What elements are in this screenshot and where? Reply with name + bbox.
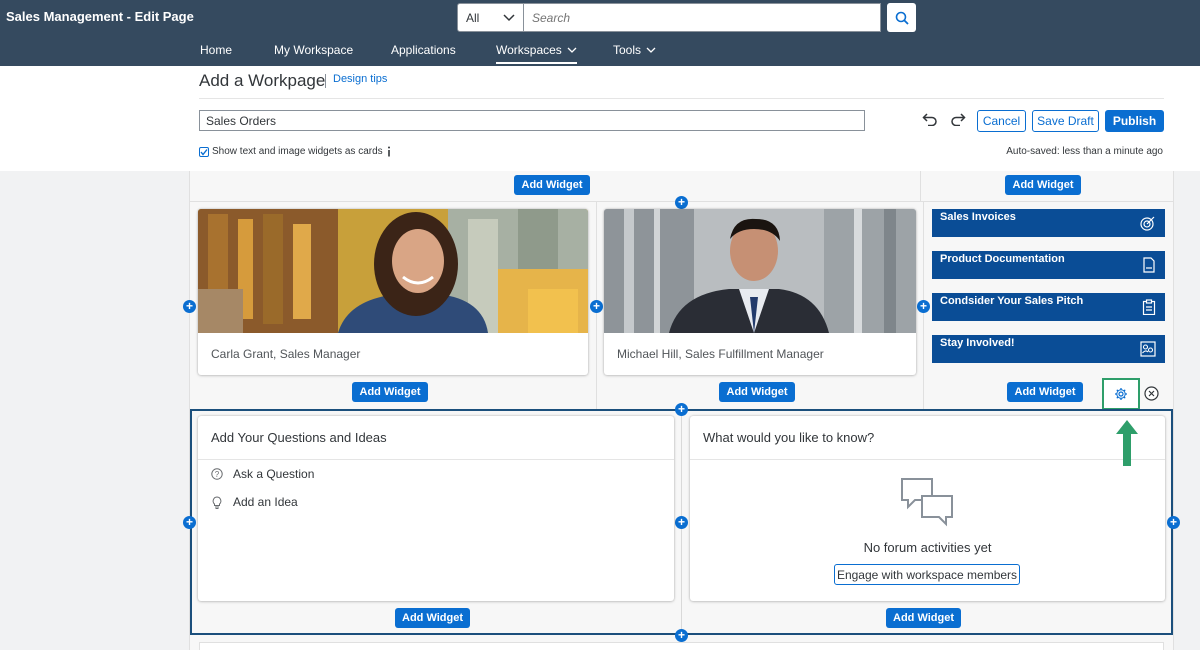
divider xyxy=(690,459,1165,460)
portrait-image xyxy=(604,209,916,333)
search-icon xyxy=(895,11,909,25)
ask-question-label: Ask a Question xyxy=(233,467,315,481)
nav-my-workspace-label: My Workspace xyxy=(274,43,354,57)
ask-question-link[interactable]: ? Ask a Question xyxy=(211,467,314,481)
arrow-up-icon xyxy=(1116,420,1138,466)
shell-bar: Sales Management - Edit Page All Home My… xyxy=(0,0,1200,66)
engage-members-button[interactable]: Engage with workspace members xyxy=(834,564,1020,585)
nav-workspaces[interactable]: Workspaces xyxy=(496,43,577,64)
nav-workspaces-label: Workspaces xyxy=(496,43,562,57)
image-card[interactable]: Carla Grant, Sales Manager xyxy=(198,209,588,375)
divider xyxy=(199,98,1164,99)
add-widget-button[interactable]: Add Widget xyxy=(395,608,470,628)
people-icon xyxy=(1140,341,1156,357)
undo-icon[interactable] xyxy=(922,112,938,126)
app-title: Sales Management - Edit Page xyxy=(6,9,194,24)
search-scope-select[interactable]: All xyxy=(457,3,524,32)
add-section-button[interactable]: + xyxy=(675,196,688,209)
nav-tools-label: Tools xyxy=(613,43,642,57)
cards-checkbox-label: Show text and image widgets as cards xyxy=(212,146,383,157)
section-settings-button[interactable] xyxy=(1102,378,1140,410)
design-tips-link[interactable]: Design tips xyxy=(333,73,387,85)
tile-stay-involved[interactable]: Stay Involved! xyxy=(932,335,1165,363)
photo-carla-grant xyxy=(198,209,588,333)
save-draft-button[interactable]: Save Draft xyxy=(1032,110,1099,132)
empty-state-text: No forum activities yet xyxy=(863,540,992,555)
title-separator xyxy=(325,74,326,88)
close-icon[interactable] xyxy=(1144,386,1159,401)
tile-sales-invoices[interactable]: Sales Invoices xyxy=(932,209,1165,237)
target-icon xyxy=(1140,216,1155,231)
card-title: Add Your Questions and Ideas xyxy=(211,430,387,445)
cancel-button[interactable]: Cancel xyxy=(977,110,1026,132)
image-caption: Michael Hill, Sales Fulfillment Manager xyxy=(617,347,824,361)
add-widget-button[interactable]: Add Widget xyxy=(1005,175,1081,195)
portrait-image xyxy=(198,209,588,333)
top-navigation: Home My Workspace Applications Workspace… xyxy=(0,40,1200,66)
add-widget-button[interactable]: Add Widget xyxy=(352,382,428,402)
search-button[interactable] xyxy=(887,3,916,32)
nav-home-label: Home xyxy=(200,43,233,57)
card-title: What would you like to know? xyxy=(703,430,875,445)
cards-checkbox[interactable] xyxy=(199,146,209,157)
nav-tools[interactable]: Tools xyxy=(613,43,656,57)
publish-button[interactable]: Publish xyxy=(1105,110,1164,132)
add-widget-button[interactable]: Add Widget xyxy=(886,608,961,628)
autosave-status: Auto-saved: less than a minute ago xyxy=(1006,146,1163,157)
svg-text:?: ? xyxy=(215,470,220,479)
add-widget-button[interactable]: Add Widget xyxy=(514,175,590,195)
chevron-down-icon xyxy=(503,13,515,21)
add-idea-label: Add an Idea xyxy=(233,495,298,509)
cards-option: Show text and image widgets as cards xyxy=(199,146,392,157)
add-column-button[interactable]: + xyxy=(590,300,603,313)
page-name-input[interactable] xyxy=(199,110,865,131)
nav-applications[interactable]: Applications xyxy=(391,43,456,57)
checkmark-icon xyxy=(200,148,208,156)
chevron-down-icon xyxy=(567,47,577,53)
chat-bubbles-icon xyxy=(901,478,953,527)
divider xyxy=(198,459,674,460)
page-title: Add a Workpage xyxy=(199,71,326,90)
photo-michael-hill xyxy=(604,209,916,333)
search-scope-value: All xyxy=(466,10,480,25)
nav-home[interactable]: Home xyxy=(200,43,232,57)
gear-icon xyxy=(1115,388,1127,400)
chevron-down-icon xyxy=(646,47,656,53)
page-header: Add a Workpage Design tips Cancel Save D… xyxy=(0,66,1200,171)
add-column-button[interactable]: + xyxy=(183,300,196,313)
forum-card: What would you like to know? No forum ac… xyxy=(690,416,1165,601)
info-icon[interactable] xyxy=(386,146,392,157)
add-column-button[interactable]: + xyxy=(917,300,930,313)
redo-icon[interactable] xyxy=(950,112,966,126)
add-section-button[interactable]: + xyxy=(675,629,688,642)
add-column-button[interactable]: + xyxy=(183,516,196,529)
add-section-button[interactable]: + xyxy=(675,403,688,416)
add-widget-button[interactable]: Add Widget xyxy=(719,382,795,402)
tile-label: Sales Invoices xyxy=(940,211,1016,223)
tile-label: Stay Involved! xyxy=(940,337,1015,349)
image-caption: Carla Grant, Sales Manager xyxy=(211,347,361,361)
nav-my-workspace[interactable]: My Workspace xyxy=(274,43,353,57)
add-column-button[interactable]: + xyxy=(1167,516,1180,529)
image-card[interactable]: Michael Hill, Sales Fulfillment Manager xyxy=(604,209,916,375)
search-input[interactable] xyxy=(524,3,881,32)
nav-applications-label: Applications xyxy=(391,43,456,57)
tile-product-documentation[interactable]: Product Documentation xyxy=(932,251,1165,279)
questions-ideas-card: Add Your Questions and Ideas ? Ask a Que… xyxy=(198,416,674,601)
add-idea-link[interactable]: Add an Idea xyxy=(211,495,298,509)
add-column-button[interactable]: + xyxy=(675,516,688,529)
document-icon xyxy=(1143,257,1155,273)
tile-label: Condsider Your Sales Pitch xyxy=(940,295,1084,307)
question-icon: ? xyxy=(211,468,223,480)
lightbulb-icon xyxy=(212,495,222,509)
search-bar: All xyxy=(457,3,916,32)
tile-sales-pitch[interactable]: Condsider Your Sales Pitch xyxy=(932,293,1165,321)
column-divider xyxy=(920,171,921,201)
next-section xyxy=(199,642,1164,650)
canvas-right-border xyxy=(1173,171,1174,650)
add-widget-button[interactable]: Add Widget xyxy=(1007,382,1083,402)
clipboard-icon xyxy=(1142,299,1156,315)
tile-label: Product Documentation xyxy=(940,253,1065,265)
